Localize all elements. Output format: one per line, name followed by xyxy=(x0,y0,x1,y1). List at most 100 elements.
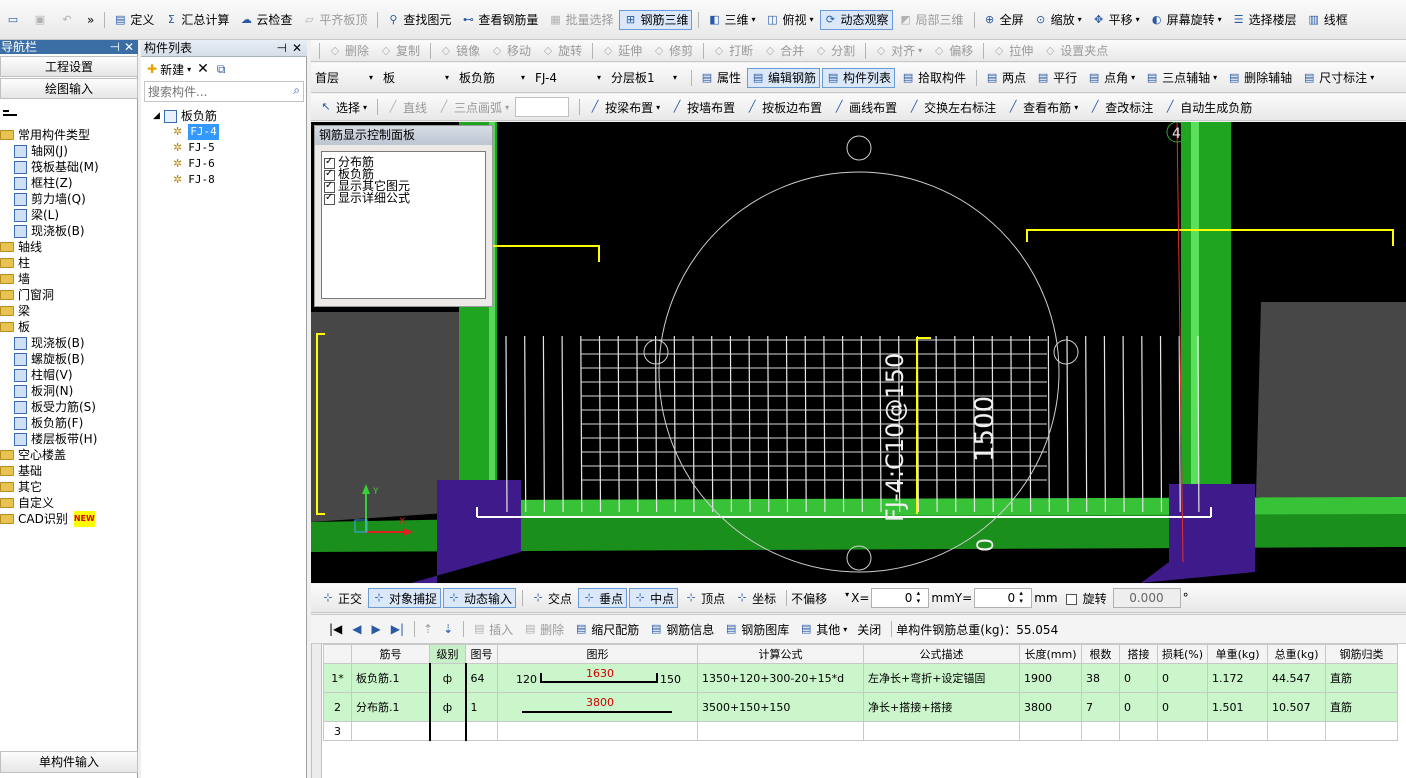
cell-name[interactable]: 分布筋.1 xyxy=(351,692,430,722)
grid-btn-0[interactable]: ▤ 插入 xyxy=(468,619,517,639)
component-btn-7[interactable]: ▤ 三点辅轴 ▾ xyxy=(1141,68,1221,88)
component-btn-2[interactable]: ▤ 构件列表 xyxy=(822,67,896,88)
nav-tree-item[interactable]: 梁 xyxy=(0,303,138,319)
snap-btn-6[interactable]: ⊹ 顶点 xyxy=(680,588,729,608)
table-row[interactable]: 3 xyxy=(323,721,1399,741)
toolbar-btn-7[interactable]: ▱ 平齐板顶 xyxy=(298,10,371,30)
cell-lap[interactable] xyxy=(1119,721,1158,741)
cell-unit_w[interactable] xyxy=(1207,721,1269,741)
toolbar-btn-6[interactable]: ☁ 云检查 xyxy=(235,10,296,30)
copy-component-icon[interactable]: ⧉ xyxy=(217,62,226,77)
component-item[interactable]: ✲ FJ-5 xyxy=(153,140,303,156)
prev-record-icon[interactable]: ◀ xyxy=(348,619,365,639)
toolbar-btn-20[interactable]: ☰ 选择楼层 xyxy=(1228,10,1301,30)
cell-total_w[interactable]: 10.507 xyxy=(1267,692,1327,722)
cell-fig[interactable] xyxy=(465,721,498,741)
nav-tree-item[interactable]: 板负筋(F) xyxy=(0,415,138,431)
grid-btn-5[interactable]: ▤ 其他 ▾ xyxy=(795,619,851,639)
grid-btn-4[interactable]: ▤ 钢筋图库 xyxy=(720,619,793,639)
cell-fig[interactable]: 64 xyxy=(465,663,498,693)
draw-btn-5[interactable]: ╱ 按板边布置 xyxy=(741,97,826,117)
cell-fig[interactable]: 1 xyxy=(465,692,498,722)
cell-grade[interactable] xyxy=(428,721,467,741)
cell-loss[interactable]: 0 xyxy=(1156,692,1209,722)
nav-tree-item[interactable]: 轴线 xyxy=(0,239,138,255)
grid-btn-3[interactable]: ▤ 钢筋信息 xyxy=(645,619,718,639)
cell-shape[interactable]: 120 1630 150 xyxy=(497,663,698,693)
column-header[interactable] xyxy=(323,644,352,664)
nav-tree-item[interactable]: 常用构件类型 xyxy=(0,127,138,143)
snap-btn-2[interactable]: ⊹ 动态输入 xyxy=(443,588,517,608)
table-row[interactable]: 2 分布筋.1 ф 1 3800 3500+150+150 净长+搭接+搭接 3800 7 0 0 1… xyxy=(323,692,1399,722)
toolbar-btn-19[interactable]: ◐ 屏幕旋转 ▾ xyxy=(1146,10,1226,30)
draw-btn-6[interactable]: ╱ 画线布置 xyxy=(828,97,901,117)
component-btn-4[interactable]: ▤ 两点 xyxy=(981,68,1030,88)
column-header[interactable]: 筋号 xyxy=(351,644,430,664)
toolbar-btn-8[interactable]: ⚲ 查找图元 xyxy=(382,10,455,30)
cell-total_w[interactable] xyxy=(1267,721,1327,741)
combo-floor[interactable]: 首层 ▾ xyxy=(315,68,377,88)
rotate-checkbox[interactable] xyxy=(1065,593,1077,605)
nav-tree-item[interactable]: 现浇板(B) xyxy=(0,335,138,351)
component-item[interactable]: ✲ FJ-8 xyxy=(153,172,303,188)
draw-btn-10[interactable]: ╱ 自动生成负筋 xyxy=(1159,97,1256,117)
nav-tree-item[interactable]: 门窗洞 xyxy=(0,287,138,303)
nav-tree-item[interactable]: 自定义 xyxy=(0,495,138,511)
toolbar-btn-15[interactable]: ◩ 局部三维 xyxy=(895,10,968,30)
component-item[interactable]: ✲ FJ-6 xyxy=(153,156,303,172)
nav-tree-item[interactable]: 梁(L) xyxy=(0,207,138,223)
y-coord-input[interactable]: 0 ▴▾ xyxy=(974,588,1033,608)
draw-btn-2[interactable]: ╱ 三点画弧 ▾ xyxy=(433,97,513,117)
cell-count[interactable]: 7 xyxy=(1081,692,1120,722)
nav-tree-item[interactable]: 其它 xyxy=(0,479,138,495)
nav-tree-item[interactable]: 螺旋板(B) xyxy=(0,351,138,367)
column-header[interactable]: 钢筋归类 xyxy=(1325,644,1399,664)
cell-desc[interactable] xyxy=(863,721,1020,741)
component-btn-3[interactable]: ▤ 拾取构件 xyxy=(897,68,970,88)
draw-btn-9[interactable]: ╱ 查改标注 xyxy=(1084,97,1157,117)
spinner-icon[interactable]: ▴▾ xyxy=(1012,589,1030,605)
edit-btn-13[interactable]: ◇ 设置夹点 xyxy=(1039,41,1112,61)
column-header[interactable]: 图形 xyxy=(497,644,698,664)
snap-btn-5[interactable]: ⊹ 中点 xyxy=(629,588,679,608)
nav-tree-item[interactable]: 筏板基础(M) xyxy=(0,159,138,175)
component-btn-6[interactable]: ▤ 点角 ▾ xyxy=(1083,68,1139,88)
next-record-icon[interactable]: ▶ xyxy=(368,619,385,639)
cell-length[interactable]: 1900 xyxy=(1019,663,1082,693)
cell-formula[interactable]: 1350+120+300-20+15*d xyxy=(697,663,864,693)
toolbar-btn-18[interactable]: ✥ 平移 ▾ xyxy=(1088,10,1144,30)
delete-component-icon[interactable]: ✕ xyxy=(197,61,209,77)
grid-btn-2[interactable]: ▤ 缩尺配筋 xyxy=(570,619,643,639)
cell-idx[interactable]: 2 xyxy=(323,692,352,722)
nav-tree-item[interactable]: 柱帽(V) xyxy=(0,367,138,383)
cell-formula[interactable] xyxy=(697,721,864,741)
column-header[interactable]: 搭接 xyxy=(1119,644,1158,664)
cell-unit_w[interactable]: 1.501 xyxy=(1207,692,1269,722)
cell-shape[interactable]: 3800 xyxy=(497,692,698,722)
edit-btn-12[interactable]: ◇ 拉伸 xyxy=(988,41,1037,61)
cell-idx[interactable]: 3 xyxy=(323,721,352,741)
close-icon[interactable]: ✕ xyxy=(124,40,134,54)
column-header[interactable]: 计算公式 xyxy=(697,644,864,664)
toolbar-btn-10[interactable]: ▦ 批量选择 xyxy=(544,10,617,30)
cell-grade[interactable]: ф xyxy=(428,663,467,693)
nav-tree-item[interactable]: 板 xyxy=(0,319,138,335)
cell-desc[interactable]: 净长+搭接+搭接 xyxy=(863,692,1020,722)
cell-loss[interactable]: 0 xyxy=(1156,663,1209,693)
component-btn-0[interactable]: ▤ 属性 xyxy=(696,68,745,88)
component-tree-root[interactable]: ◢ 板负筋 xyxy=(153,108,303,124)
component-item[interactable]: ✲ FJ-4 xyxy=(153,124,303,140)
draw-btn-4[interactable]: ╱ 按墙布置 xyxy=(666,97,739,117)
cell-lap[interactable]: 0 xyxy=(1119,663,1158,693)
first-record-icon[interactable]: |◀ xyxy=(325,619,346,639)
edit-btn-5[interactable]: ◇ 延伸 xyxy=(597,41,646,61)
move-up-icon[interactable]: ⇡ xyxy=(419,619,437,639)
column-header[interactable]: 公式描述 xyxy=(863,644,1020,664)
cell-length[interactable]: 3800 xyxy=(1019,692,1082,722)
cell-loss[interactable] xyxy=(1156,721,1209,741)
drawing-canvas[interactable]: 4 FJ-4:C10@150 1500 0 Y X 钢筋显示控制面板 分布筋板负… xyxy=(311,122,1406,583)
toolbar-btn-9[interactable]: ⊷ 查看钢筋量 xyxy=(457,10,542,30)
table-row[interactable]: 1* 板负筋.1 ф 64 120 1630 150 1350+120+300-20+15*d… xyxy=(323,663,1399,693)
single-component-input-button[interactable]: 单构件输入 xyxy=(0,751,138,773)
edit-btn-4[interactable]: ◇ 旋转 xyxy=(537,41,586,61)
